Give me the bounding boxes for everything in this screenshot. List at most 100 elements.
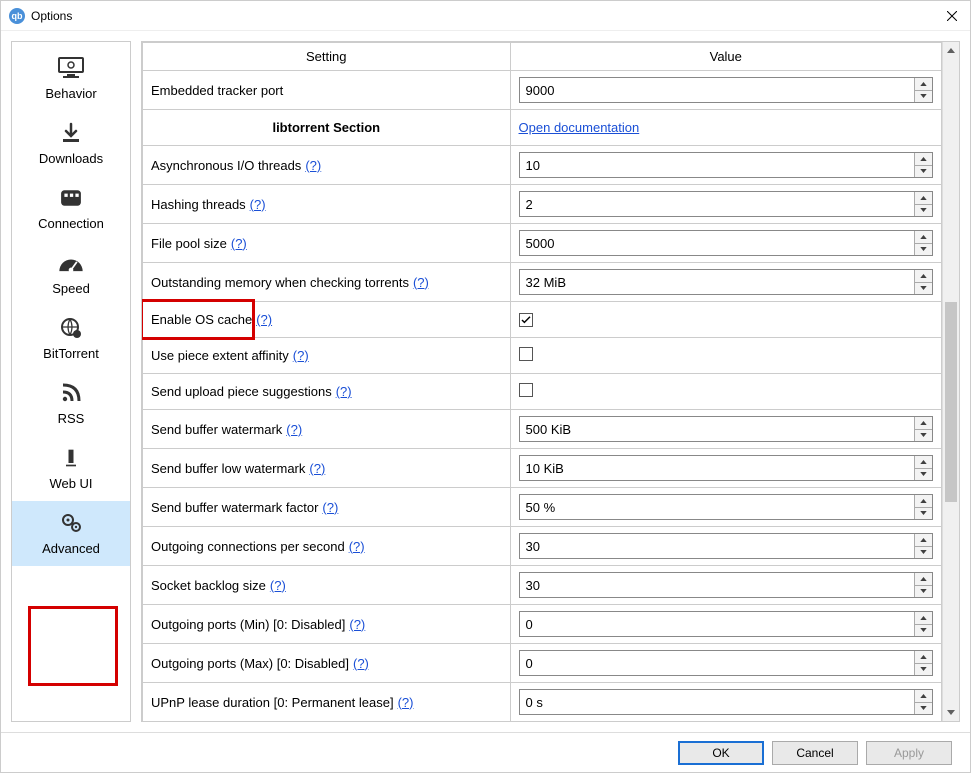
- vertical-scrollbar[interactable]: [942, 42, 959, 721]
- help-link[interactable]: (?): [293, 348, 309, 363]
- help-link[interactable]: (?): [231, 236, 247, 251]
- spin-input[interactable]: 50 %: [519, 494, 933, 520]
- spin-input[interactable]: 2: [519, 191, 933, 217]
- spin-up[interactable]: [915, 651, 932, 664]
- spin-up[interactable]: [915, 534, 932, 547]
- help-link[interactable]: (?): [256, 312, 272, 327]
- sidebar-item-downloads[interactable]: Downloads: [12, 111, 130, 176]
- spin-up[interactable]: [915, 270, 932, 283]
- help-link[interactable]: (?): [413, 275, 429, 290]
- help-link[interactable]: (?): [250, 197, 266, 212]
- spin-down[interactable]: [915, 508, 932, 520]
- setting-label: Send buffer watermark factor: [151, 500, 318, 515]
- table-row: Outgoing ports (Min) [0: Disabled] (?) 0: [143, 605, 942, 644]
- setting-label: Embedded tracker port: [151, 83, 283, 98]
- spin-down[interactable]: [915, 547, 932, 559]
- help-link[interactable]: (?): [309, 461, 325, 476]
- help-link[interactable]: (?): [398, 695, 414, 710]
- cancel-button[interactable]: Cancel: [772, 741, 858, 765]
- sidebar-item-bittorrent[interactable]: BitTorrent: [12, 306, 130, 371]
- help-link[interactable]: (?): [286, 422, 302, 437]
- checkbox[interactable]: [519, 313, 533, 327]
- spin-down[interactable]: [915, 664, 932, 676]
- spin-up[interactable]: [915, 456, 932, 469]
- sidebar-item-label: RSS: [58, 411, 85, 426]
- spin-up[interactable]: [915, 690, 932, 703]
- spin-down[interactable]: [915, 244, 932, 256]
- section-label: libtorrent Section: [151, 120, 502, 135]
- download-icon: [54, 119, 88, 147]
- spin-input[interactable]: 0: [519, 611, 933, 637]
- scroll-thumb[interactable]: [945, 302, 957, 502]
- column-header-value: Value: [510, 43, 941, 71]
- spin-input[interactable]: 30: [519, 533, 933, 559]
- spin-up[interactable]: [915, 78, 932, 91]
- sidebar-item-advanced[interactable]: Advanced: [12, 501, 130, 566]
- spin-input[interactable]: 0 s: [519, 689, 933, 715]
- close-button[interactable]: [942, 6, 962, 26]
- spin-down[interactable]: [915, 586, 932, 598]
- sidebar-item-rss[interactable]: RSS: [12, 371, 130, 436]
- spin-down[interactable]: [915, 91, 932, 103]
- spin-value: 2: [520, 192, 914, 216]
- table-row: File pool size(?) 5000: [143, 224, 942, 263]
- setting-label: Use piece extent affinity: [151, 348, 289, 363]
- ok-button[interactable]: OK: [678, 741, 764, 765]
- help-link[interactable]: (?): [349, 539, 365, 554]
- help-link[interactable]: (?): [353, 656, 369, 671]
- help-link[interactable]: (?): [322, 500, 338, 515]
- spin-down[interactable]: [915, 703, 932, 715]
- rss-icon: [54, 379, 88, 407]
- spin-up[interactable]: [915, 192, 932, 205]
- help-link[interactable]: (?): [270, 578, 286, 593]
- spin-input[interactable]: 10: [519, 152, 933, 178]
- scroll-down-button[interactable]: [943, 704, 959, 721]
- sidebar-item-label: Behavior: [45, 86, 96, 101]
- open-documentation-link[interactable]: Open documentation: [519, 120, 640, 135]
- scroll-up-button[interactable]: [943, 42, 959, 59]
- table-row: Enable OS cache (?): [143, 302, 942, 338]
- setting-label: Socket backlog size: [151, 578, 266, 593]
- spin-input[interactable]: 30: [519, 572, 933, 598]
- spin-input[interactable]: 0: [519, 650, 933, 676]
- table-row: Send buffer low watermark(?) 10 KiB: [143, 449, 942, 488]
- titlebar: qb Options: [1, 1, 970, 31]
- spin-down[interactable]: [915, 469, 932, 481]
- spin-up[interactable]: [915, 495, 932, 508]
- spin-down[interactable]: [915, 625, 932, 637]
- spin-down[interactable]: [915, 205, 932, 217]
- spin-input[interactable]: 5000: [519, 230, 933, 256]
- setting-label: Outgoing ports (Min) [0: Disabled]: [151, 617, 345, 632]
- help-link[interactable]: (?): [305, 158, 321, 173]
- spin-down[interactable]: [915, 430, 932, 442]
- help-link[interactable]: (?): [349, 617, 365, 632]
- spin-up[interactable]: [915, 231, 932, 244]
- spin-up[interactable]: [915, 153, 932, 166]
- spin-input[interactable]: 9000: [519, 77, 933, 103]
- spin-value: 10 KiB: [520, 456, 914, 480]
- dialog-footer: OK Cancel Apply: [1, 732, 970, 772]
- apply-button[interactable]: Apply: [866, 741, 952, 765]
- setting-label: Asynchronous I/O threads: [151, 158, 301, 173]
- spin-input[interactable]: 32 MiB: [519, 269, 933, 295]
- sidebar-item-label: BitTorrent: [43, 346, 99, 361]
- sidebar-item-connection[interactable]: Connection: [12, 176, 130, 241]
- spin-value: 50 %: [520, 495, 914, 519]
- spin-up[interactable]: [915, 417, 932, 430]
- sidebar-item-behavior[interactable]: Behavior: [12, 46, 130, 111]
- table-row: Outgoing connections per second(?) 30: [143, 527, 942, 566]
- spin-input[interactable]: 500 KiB: [519, 416, 933, 442]
- spin-up[interactable]: [915, 612, 932, 625]
- spin-input[interactable]: 10 KiB: [519, 455, 933, 481]
- spin-up[interactable]: [915, 573, 932, 586]
- sidebar: Behavior Downloads Connection Speed: [11, 41, 131, 722]
- sidebar-item-webui[interactable]: Web UI: [12, 436, 130, 501]
- sidebar-item-speed[interactable]: Speed: [12, 241, 130, 306]
- settings-table-wrap[interactable]: Setting Value Embedded tracker port 9000…: [142, 42, 942, 721]
- checkbox[interactable]: [519, 347, 533, 361]
- help-link[interactable]: (?): [336, 384, 352, 399]
- spin-down[interactable]: [915, 283, 932, 295]
- setting-label: Enable OS cache: [151, 312, 252, 327]
- checkbox[interactable]: [519, 383, 533, 397]
- spin-down[interactable]: [915, 166, 932, 178]
